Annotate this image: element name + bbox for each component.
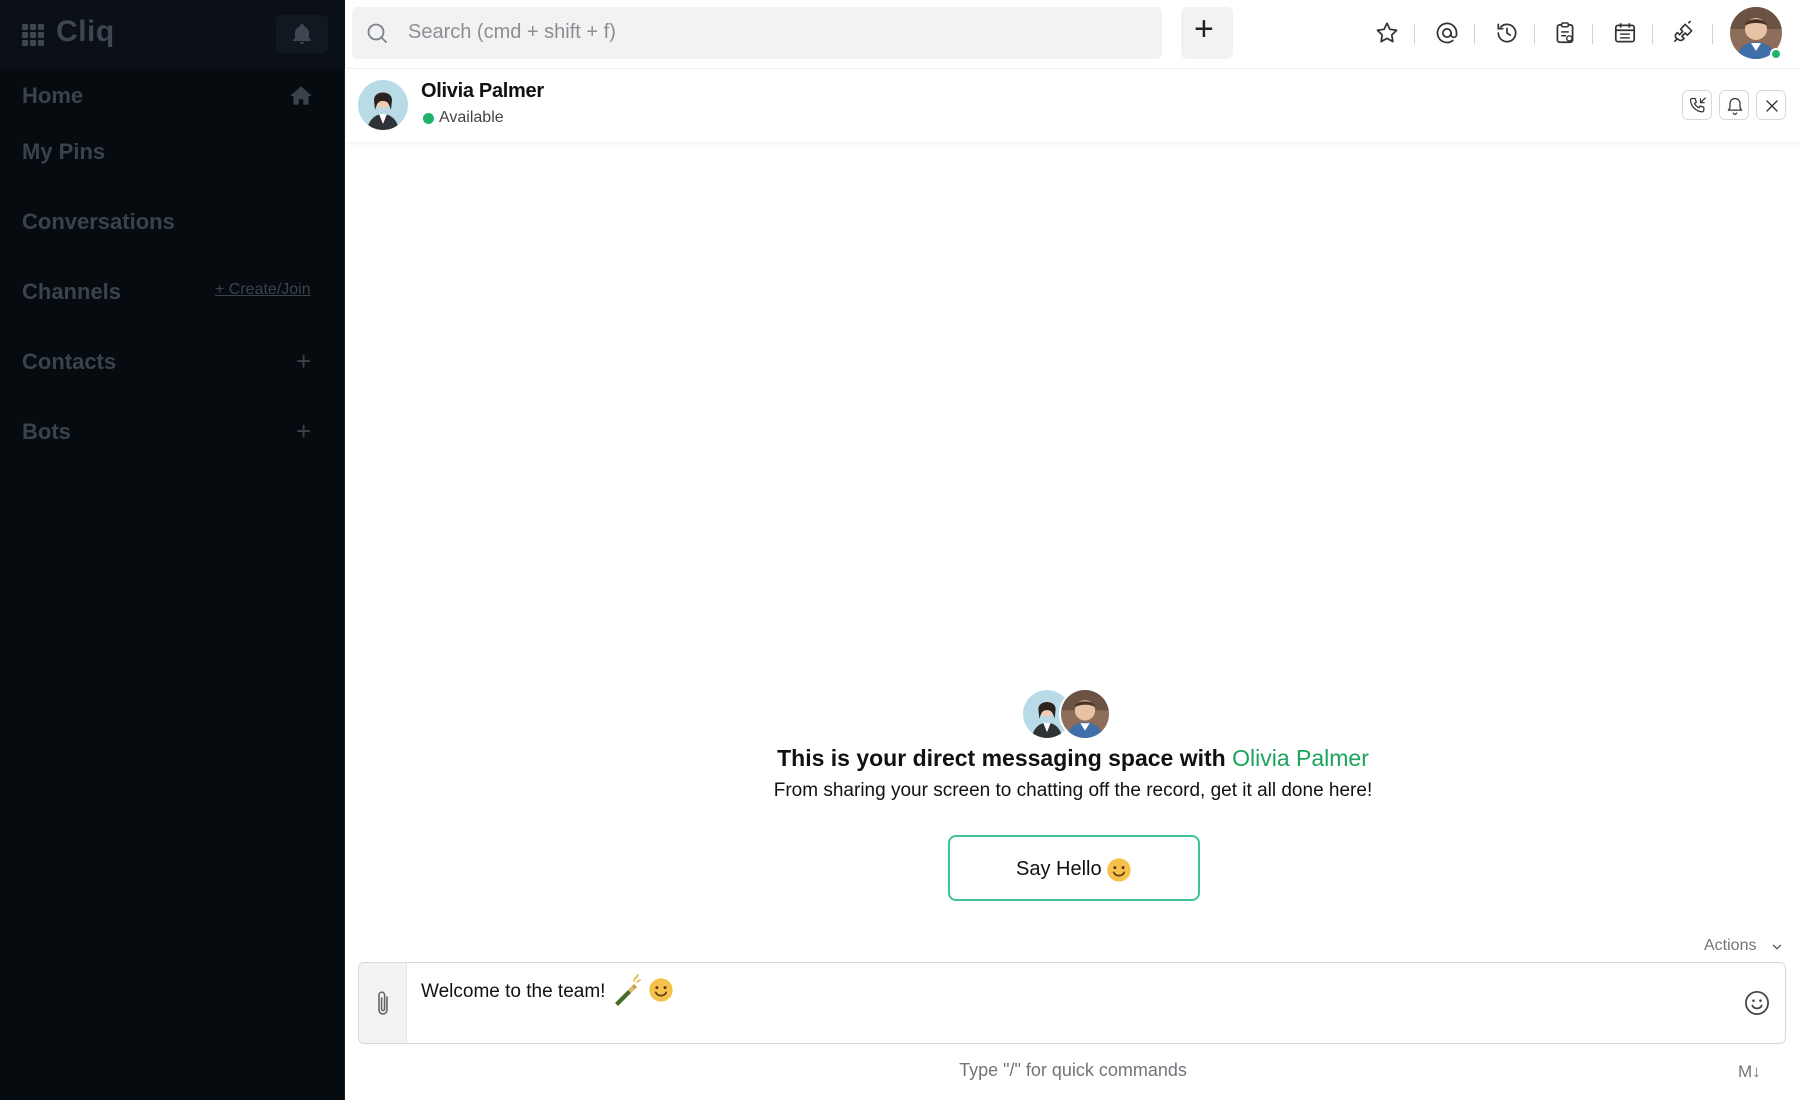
- attach-button[interactable]: [359, 963, 407, 1043]
- sidebar-item-channels[interactable]: Channels: [22, 279, 121, 305]
- welcome-title: This is your direct messaging space with…: [346, 745, 1800, 772]
- calendar-icon[interactable]: [1612, 20, 1638, 46]
- close-icon: [1766, 100, 1778, 112]
- app-grid-icon[interactable]: [22, 24, 44, 46]
- smile-emoji-icon: [649, 978, 673, 1002]
- toolbar-divider: [1652, 24, 1653, 44]
- search-bar[interactable]: Search (cmd + shift + f): [352, 7, 1162, 59]
- home-icon[interactable]: [288, 83, 314, 109]
- say-hello-button[interactable]: Say Hello: [948, 835, 1200, 901]
- add-bot-icon[interactable]: +: [296, 418, 311, 444]
- sidebar-item-contacts[interactable]: Contacts: [22, 349, 116, 375]
- paperclip-icon: [378, 991, 388, 1015]
- history-icon[interactable]: [1494, 20, 1520, 46]
- status-dot: [423, 113, 434, 124]
- sidebar: Cliq Home My Pins Conversations Channels…: [0, 0, 345, 1100]
- call-button[interactable]: [1682, 90, 1712, 120]
- say-hello-label: Say Hello: [1016, 858, 1102, 880]
- welcome-subtitle: From sharing your screen to chatting off…: [773, 780, 1373, 801]
- user-avatar: [1059, 688, 1111, 740]
- toolbar-divider: [1712, 24, 1713, 44]
- chevron-down-icon[interactable]: [1770, 940, 1784, 954]
- participants-avatars: [1021, 688, 1111, 742]
- champagne-emoji-icon: [615, 974, 641, 1006]
- search-input[interactable]: Search (cmd + shift + f): [408, 21, 616, 44]
- add-contact-icon[interactable]: +: [296, 348, 311, 374]
- quick-commands-hint: Type "/" for quick commands: [959, 1060, 1187, 1080]
- mention-icon[interactable]: [1434, 20, 1460, 46]
- close-chat-button[interactable]: [1756, 90, 1786, 120]
- toolbar-divider: [1592, 24, 1593, 44]
- sidebar-item-bots[interactable]: Bots: [22, 419, 71, 445]
- clipboard-icon[interactable]: [1552, 20, 1578, 46]
- markdown-toggle[interactable]: M↓: [1738, 1062, 1761, 1082]
- sidebar-item-home[interactable]: Home: [22, 83, 83, 109]
- integration-icon[interactable]: [1670, 20, 1696, 46]
- app-logo: Cliq: [56, 15, 115, 48]
- smile-emoji-icon: [1107, 858, 1131, 882]
- sidebar-header: Cliq: [0, 0, 345, 68]
- top-bar: Search (cmd + shift + f) +: [346, 0, 1800, 68]
- plus-icon: +: [1194, 10, 1214, 48]
- contact-status: Available: [439, 109, 504, 126]
- message-input[interactable]: Welcome to the team!: [421, 981, 605, 1003]
- notifications-button[interactable]: [276, 15, 328, 53]
- online-status-dot: [1770, 48, 1782, 60]
- contact-name[interactable]: Olivia Palmer: [421, 80, 544, 103]
- bell-icon: [1727, 97, 1743, 115]
- bell-icon: [293, 24, 311, 44]
- emoji-picker-icon[interactable]: [1743, 989, 1771, 1017]
- welcome-contact-name[interactable]: Olivia Palmer: [1232, 745, 1369, 771]
- create-join-channel-link[interactable]: + Create/Join: [215, 281, 311, 299]
- actions-menu[interactable]: Actions: [1704, 937, 1756, 955]
- contact-avatar[interactable]: [358, 80, 408, 130]
- star-icon[interactable]: [1374, 20, 1400, 46]
- message-composer[interactable]: Welcome to the team!: [358, 962, 1786, 1044]
- chat-header: Olivia Palmer Available: [346, 68, 1800, 142]
- search-icon: [367, 23, 387, 43]
- welcome-title-prefix: This is your direct messaging space with: [777, 745, 1233, 771]
- mute-notifications-button[interactable]: [1719, 90, 1749, 120]
- new-chat-button[interactable]: +: [1181, 7, 1233, 59]
- toolbar-divider: [1414, 24, 1415, 44]
- toolbar-divider: [1474, 24, 1475, 44]
- sidebar-item-my-pins[interactable]: My Pins: [22, 139, 105, 165]
- sidebar-item-conversations[interactable]: Conversations: [22, 209, 175, 235]
- toolbar-divider: [1534, 24, 1535, 44]
- phone-icon: [1689, 97, 1706, 113]
